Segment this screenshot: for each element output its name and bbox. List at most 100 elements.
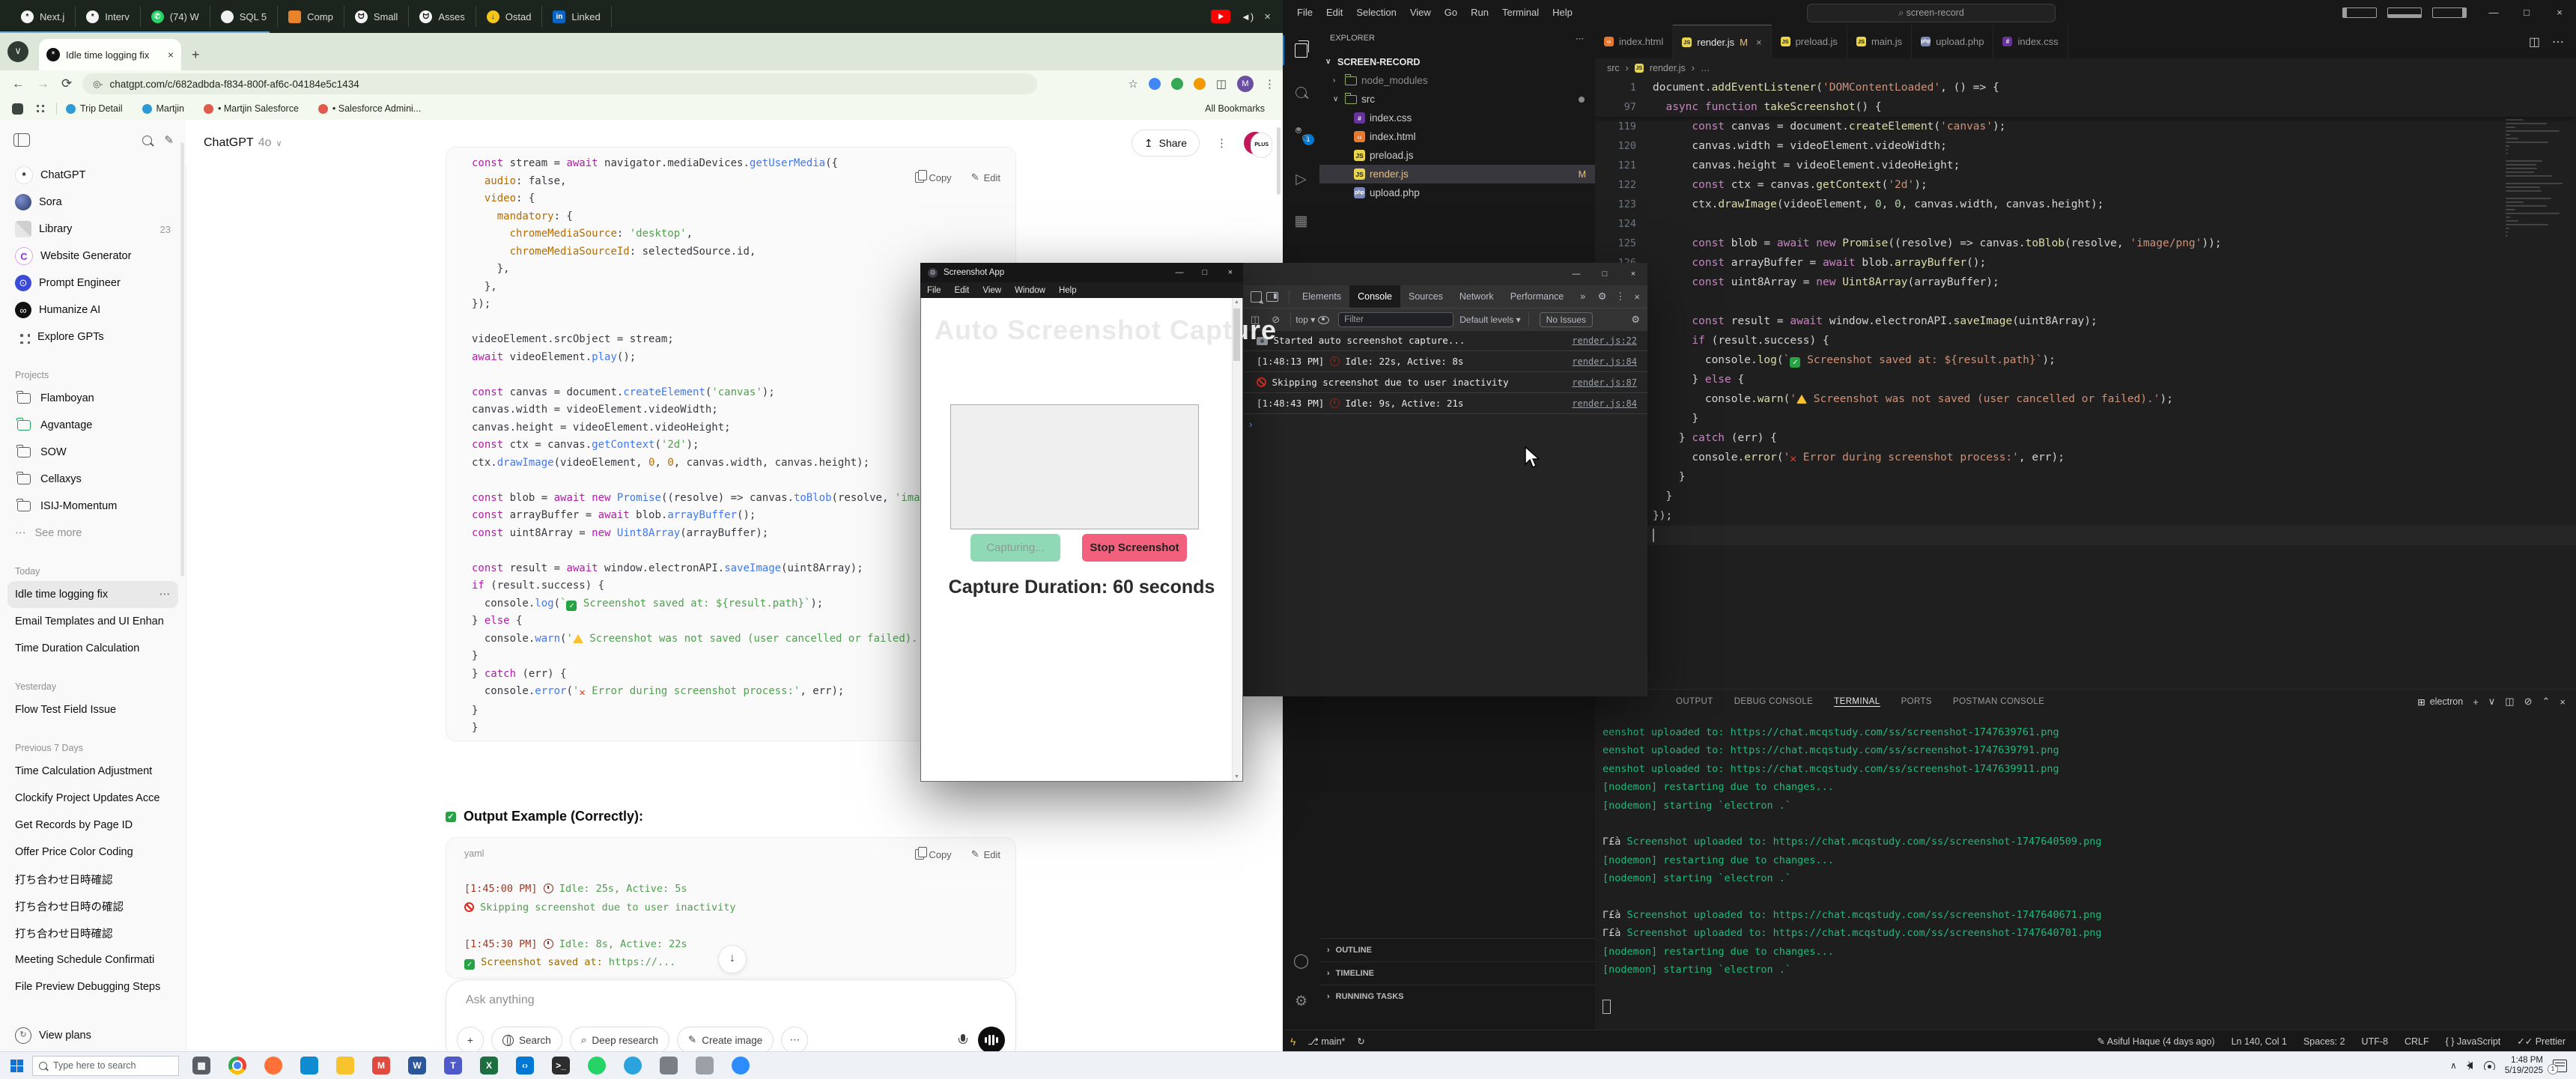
tab-search-chevron[interactable]: ∨: [7, 41, 28, 62]
pinned-tab-jobs[interactable]: Comp: [278, 6, 344, 27]
project-item[interactable]: Cellaxys: [7, 466, 178, 493]
maximize-panel-icon[interactable]: ⌃: [2542, 696, 2551, 708]
sync-icon[interactable]: ↻: [1357, 1036, 1364, 1047]
pinned-tab-ostad[interactable]: ↓Ostad: [476, 6, 543, 27]
split-editor-icon[interactable]: ◫: [2529, 34, 2540, 49]
terminal-output[interactable]: eenshot uploaded to: https://chat.mcqstu…: [1603, 723, 2101, 1016]
tree-item-index.css[interactable]: #index.css: [1319, 109, 1595, 127]
accounts-icon[interactable]: ◯: [1283, 946, 1319, 976]
stop-screenshot-button[interactable]: Stop Screenshot: [1082, 534, 1187, 562]
status-item[interactable]: Spaces: 2: [2303, 1036, 2345, 1047]
scroll-to-bottom-button[interactable]: ↓: [718, 945, 747, 973]
active-browser-tab[interactable]: * Idle time logging fix ×: [39, 39, 181, 70]
editor-tab-index.html[interactable]: ‹›index.html: [1595, 25, 1673, 58]
chat-history-item[interactable]: Meeting Schedule Confirmati: [7, 946, 178, 973]
devtools-tab-console[interactable]: Console: [1349, 285, 1400, 308]
taskbar-app-vscode[interactable]: ‹›: [516, 1057, 534, 1075]
chat-history-item[interactable]: Clockify Project Updates Acce: [7, 785, 178, 812]
taskbar-app-task-view[interactable]: ▦: [192, 1057, 210, 1075]
editor-tab-main.js[interactable]: JSmain.js: [1847, 25, 1912, 58]
mic-icon[interactable]: [959, 1034, 967, 1047]
chat-history-item[interactable]: Email Templates and UI Enhan: [7, 608, 178, 635]
edit-code-button[interactable]: ✎Edit: [971, 171, 1000, 183]
close-icon[interactable]: ×: [1619, 270, 1647, 279]
menu-selection[interactable]: Selection: [1349, 7, 1403, 18]
status-item[interactable]: ✎ Asiful Haque (4 days ago): [2097, 1036, 2214, 1047]
terminal-dropdown-icon[interactable]: ∨: [2488, 696, 2496, 708]
close-icon[interactable]: ×: [1218, 268, 1243, 277]
menu-run[interactable]: Run: [1464, 7, 1495, 18]
toggle-sidebar-icon[interactable]: [2342, 7, 2377, 18]
pinned-tab-github[interactable]: ᗢSmall: [344, 6, 410, 27]
explorer-more-icon[interactable]: ⋯: [1576, 34, 1585, 43]
workspace-root[interactable]: ∨SCREEN-RECORD: [1319, 52, 1595, 71]
issues-counter[interactable]: No Issues: [1540, 312, 1593, 327]
source-control-icon[interactable]: 1: [1283, 119, 1319, 149]
devtools-tab-elements[interactable]: Elements: [1294, 285, 1349, 308]
bookmark-item[interactable]: Trip Detail: [66, 103, 123, 114]
back-icon[interactable]: ←: [12, 76, 25, 91]
editor-tab-render.js[interactable]: JSrender.jsM×: [1673, 25, 1771, 58]
close-tab-icon[interactable]: ×: [168, 49, 174, 61]
command-center-search[interactable]: ⌕ screen-record: [1807, 4, 2056, 22]
search-tool-button[interactable]: Search: [491, 1027, 562, 1054]
voice-mode-button[interactable]: [978, 1027, 1005, 1054]
taskbar-app-word[interactable]: W: [408, 1057, 426, 1075]
status-item[interactable]: { } JavaScript: [2446, 1036, 2501, 1047]
devtools-settings-icon[interactable]: ⚙: [1598, 291, 1607, 303]
sidebar-toggle-icon[interactable]: [13, 133, 30, 147]
taskbar-app-chrome[interactable]: [228, 1057, 246, 1075]
maximize-icon[interactable]: □: [1192, 268, 1218, 277]
search-chats-icon[interactable]: [142, 136, 152, 145]
panel-tab-terminal[interactable]: TERMINAL: [1834, 697, 1880, 707]
more-tabs-icon[interactable]: »: [1572, 285, 1594, 308]
project-item[interactable]: Flamboyan: [7, 385, 178, 412]
tree-item-render.js[interactable]: JSrender.jsM: [1319, 165, 1595, 183]
all-bookmarks[interactable]: All Bookmarks: [1205, 103, 1283, 114]
taskbar-app-whatsapp[interactable]: [588, 1057, 606, 1075]
tree-item-src[interactable]: ∨src: [1319, 90, 1595, 109]
status-item[interactable]: CRLF: [2405, 1036, 2429, 1047]
tree-item-upload.php[interactable]: phpupload.php: [1319, 183, 1595, 202]
settings-gear-icon[interactable]: ⚙: [1283, 986, 1319, 1016]
chat-history-item[interactable]: 打ち合わせ日時確認: [7, 866, 178, 893]
reading-list-icon[interactable]: [12, 103, 23, 115]
app-menu-help[interactable]: Help: [1052, 286, 1084, 295]
status-item[interactable]: UTF-8: [2362, 1036, 2388, 1047]
close-panel-icon[interactable]: ×: [2560, 696, 2566, 708]
remote-indicator-icon[interactable]: ϟ: [1290, 1036, 1295, 1048]
forward-icon[interactable]: →: [37, 76, 49, 91]
copy-code-button[interactable]: Copy: [915, 171, 951, 183]
devtools-tab-performance[interactable]: Performance: [1502, 285, 1573, 308]
site-info-icon[interactable]: ◎-: [93, 79, 102, 89]
attach-button[interactable]: +: [457, 1027, 484, 1054]
sidebar-item[interactable]: Explore GPTs: [7, 323, 178, 350]
tree-item-node_modules[interactable]: ›node_modules: [1319, 71, 1595, 90]
editor-tab-upload.php[interactable]: phpupload.php: [1912, 25, 1993, 58]
chat-history-item[interactable]: Flow Test Field Issue: [7, 696, 178, 723]
panel-tab-ports[interactable]: PORTS: [1901, 697, 1932, 706]
more-tools-button[interactable]: ⋯: [781, 1027, 808, 1054]
console-prompt[interactable]: ›: [1243, 414, 1647, 434]
browser-menu-icon[interactable]: ⋮: [1264, 77, 1275, 91]
kill-terminal-icon[interactable]: ⊘: [2524, 696, 2533, 708]
sidebar-scrollbar[interactable]: [180, 142, 184, 577]
menu-go[interactable]: Go: [1438, 7, 1464, 18]
extension-icon[interactable]: [1171, 78, 1183, 90]
toggle-panel-icon[interactable]: [2387, 7, 2422, 18]
taskbar-app-zoom[interactable]: [732, 1057, 750, 1075]
taskbar-app-gmail[interactable]: M: [372, 1057, 390, 1075]
editor-tab-index.css[interactable]: #index.css: [1993, 25, 2068, 58]
project-item[interactable]: Agvantage: [7, 412, 178, 439]
minimap[interactable]: [2506, 78, 2566, 497]
pinned-tab-github[interactable]: ᗢAsses: [409, 6, 476, 27]
app-scrollbar[interactable]: [1232, 298, 1242, 781]
sidebar-item[interactable]: ∞Humanize AI: [7, 297, 178, 323]
minimize-icon[interactable]: —: [2477, 7, 2510, 18]
explorer-icon[interactable]: [1283, 35, 1319, 65]
tree-item-preload.js[interactable]: JSpreload.js: [1319, 146, 1595, 165]
chat-history-item[interactable]: Get Records by Page ID: [7, 812, 178, 839]
create-image-button[interactable]: ✎Create image: [677, 1027, 774, 1054]
chat-history-item[interactable]: Offer Price Color Coding: [7, 839, 178, 866]
sidebar-item[interactable]: ⊙Prompt Engineer: [7, 270, 178, 297]
